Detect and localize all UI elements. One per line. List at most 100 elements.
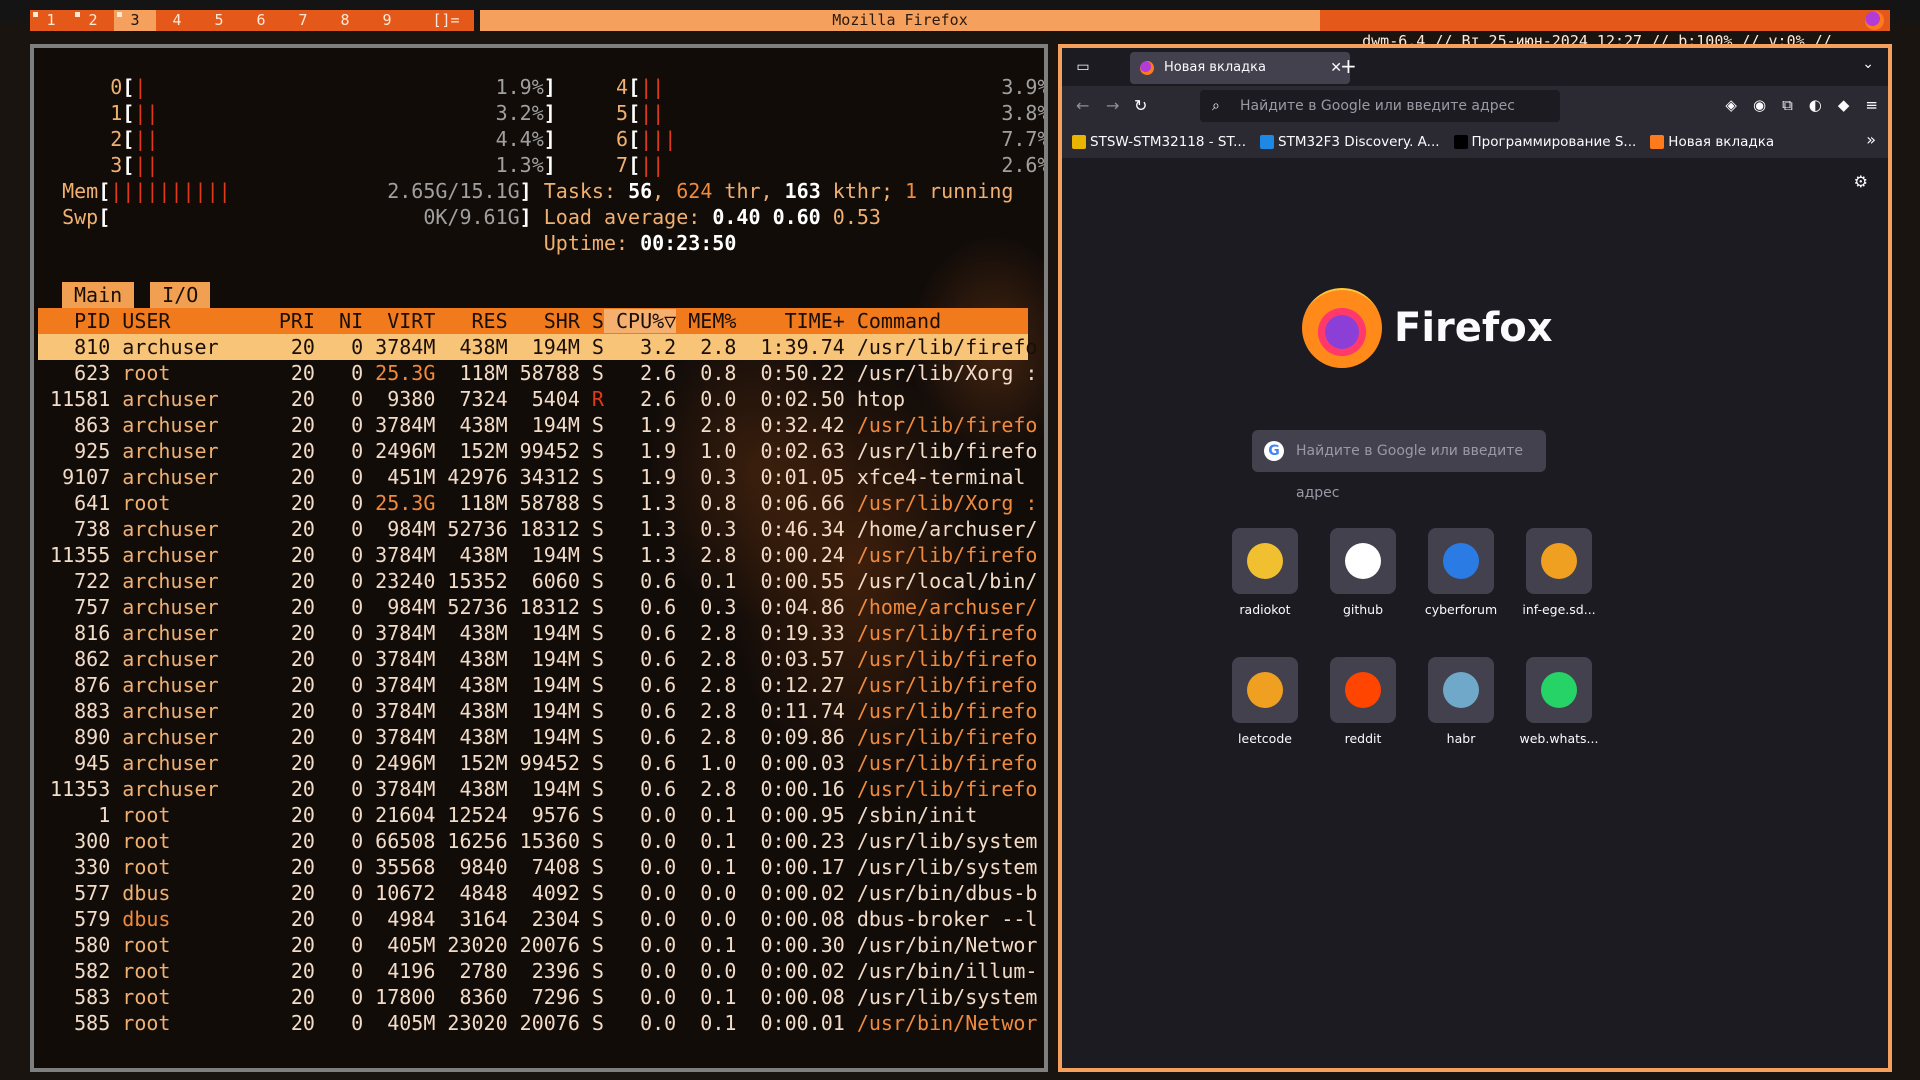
- top-site-habr[interactable]: habr: [1412, 657, 1510, 746]
- cell-s: S: [579, 751, 604, 775]
- site-tile[interactable]: [1330, 657, 1396, 723]
- table-row[interactable]: 582 root 20 0 4196 2780 2396 S 0.0 0.0 0…: [38, 958, 1037, 984]
- table-row[interactable]: 816 archuser 20 0 3784M 438M 194M S 0.6 …: [38, 620, 1037, 646]
- table-row[interactable]: 722 archuser 20 0 23240 15352 6060 S 0.6…: [38, 568, 1037, 594]
- cell-pri: 20: [218, 361, 315, 385]
- tab-new-tab[interactable]: Новая вкладка ✕: [1130, 52, 1350, 84]
- table-row[interactable]: 757 archuser 20 0 984M 52736 18312 S 0.6…: [38, 594, 1037, 620]
- table-row[interactable]: 579 dbus 20 0 4984 3164 2304 S 0.0 0.0 0…: [38, 906, 1037, 932]
- table-row[interactable]: 9107 archuser 20 0 451M 42976 34312 S 1.…: [38, 464, 1028, 490]
- bookmark-item[interactable]: STM32F3 Discovery. A...: [1260, 134, 1440, 150]
- more-bookmarks-icon[interactable]: »: [1866, 130, 1876, 149]
- firefox-window[interactable]: ▭ Новая вкладка ✕ + ⌄ ← → ↻ ⌕ Найдите в …: [1058, 44, 1892, 1072]
- top-site-reddit[interactable]: reddit: [1314, 657, 1412, 746]
- top-site-leetcode[interactable]: leetcode: [1216, 657, 1314, 746]
- table-row[interactable]: 11355 archuser 20 0 3784M 438M 194M S 1.…: [38, 542, 1037, 568]
- table-row[interactable]: 585 root 20 0 405M 23020 20076 S 0.0 0.1…: [38, 1010, 1037, 1036]
- table-row[interactable]: 11353 archuser 20 0 3784M 438M 194M S 0.…: [38, 776, 1037, 802]
- bookmark-item[interactable]: STSW-STM32118 - ST...: [1072, 134, 1246, 150]
- table-row[interactable]: 925 archuser 20 0 2496M 152M 99452 S 1.9…: [38, 438, 1037, 464]
- column-header[interactable]: USER: [110, 309, 218, 333]
- column-header[interactable]: S: [580, 309, 604, 333]
- table-row[interactable]: 945 archuser 20 0 2496M 152M 99452 S 0.6…: [38, 750, 1037, 776]
- list-all-tabs-icon[interactable]: ⌄: [1862, 56, 1874, 72]
- column-header[interactable]: VIRT: [363, 309, 435, 333]
- column-header[interactable]: RES: [435, 309, 507, 333]
- column-header[interactable]: PRI: [219, 309, 315, 333]
- tag-1[interactable]: 1: [30, 10, 72, 31]
- bookmark-item[interactable]: Программирование S...: [1453, 134, 1636, 150]
- account-icon[interactable]: ◉: [1753, 96, 1766, 114]
- reload-icon[interactable]: ↻: [1134, 96, 1147, 115]
- extension-globe-icon[interactable]: ◐: [1809, 96, 1822, 114]
- pocket-icon[interactable]: ◈: [1725, 96, 1737, 114]
- tab-main[interactable]: Main: [62, 282, 135, 308]
- top-site-cyberforum[interactable]: cyberforum: [1412, 528, 1510, 617]
- search-box[interactable]: G Найдите в Google или введите адрес: [1252, 430, 1546, 501]
- top-site-radiokot[interactable]: radiokot: [1216, 528, 1314, 617]
- table-row[interactable]: 330 root 20 0 35568 9840 7408 S 0.0 0.1 …: [38, 854, 1037, 880]
- table-row[interactable]: 580 root 20 0 405M 23020 20076 S 0.0 0.1…: [38, 932, 1037, 958]
- column-header[interactable]: MEM%: [676, 309, 736, 333]
- table-row[interactable]: 738 archuser 20 0 984M 52736 18312 S 1.3…: [38, 516, 1037, 542]
- cell-ni: 0: [314, 959, 364, 983]
- table-row[interactable]: 876 archuser 20 0 3784M 438M 194M S 0.6 …: [38, 672, 1037, 698]
- back-icon[interactable]: ←: [1076, 96, 1089, 115]
- tag-6[interactable]: 6: [240, 10, 282, 31]
- tag-7[interactable]: 7: [282, 10, 324, 31]
- table-row[interactable]: 810 archuser 20 0 3784M 438M 194M S 3.2 …: [38, 334, 1037, 360]
- table-row[interactable]: 862 archuser 20 0 3784M 438M 194M S 0.6 …: [38, 646, 1037, 672]
- table-row[interactable]: 11581 archuser 20 0 9380 7324 5404 R 2.6…: [38, 386, 1028, 412]
- site-tile[interactable]: [1232, 528, 1298, 594]
- table-row[interactable]: 577 dbus 20 0 10672 4848 4092 S 0.0 0.0 …: [38, 880, 1037, 906]
- extensions-icon[interactable]: ⧉: [1782, 96, 1793, 114]
- column-header[interactable]: TIME+: [736, 309, 845, 333]
- table-row[interactable]: 641 root 20 0 25.3G 118M 58788 S 1.3 0.8…: [38, 490, 1037, 516]
- site-tile[interactable]: [1330, 528, 1396, 594]
- extension-fox-icon[interactable]: ◆: [1838, 96, 1850, 114]
- tag-4[interactable]: 4: [156, 10, 198, 31]
- site-tile[interactable]: [1232, 657, 1298, 723]
- cell-s: S: [579, 595, 604, 619]
- site-tile[interactable]: [1526, 528, 1592, 594]
- bookmark-item[interactable]: Новая вкладка: [1650, 134, 1774, 150]
- tag-9[interactable]: 9: [366, 10, 408, 31]
- tag-5[interactable]: 5: [198, 10, 240, 31]
- top-site-github[interactable]: github: [1314, 528, 1412, 617]
- cell-mem: 0.3: [676, 595, 737, 619]
- top-site-web-whats[interactable]: web.whats...: [1510, 657, 1608, 746]
- forward-icon[interactable]: →: [1106, 96, 1119, 115]
- table-row[interactable]: 300 root 20 0 66508 16256 15360 S 0.0 0.…: [38, 828, 1037, 854]
- site-tile[interactable]: [1428, 657, 1494, 723]
- column-header[interactable]: PID: [38, 309, 110, 333]
- column-header[interactable]: Command: [845, 309, 1038, 333]
- cell-res: 438M: [435, 725, 508, 749]
- column-header[interactable]: NI: [315, 309, 363, 333]
- cell-mem: 1.0: [676, 439, 737, 463]
- tab-groups-icon[interactable]: ▭: [1074, 58, 1092, 76]
- site-tile[interactable]: [1526, 657, 1592, 723]
- terminal-window[interactable]: 0[| 1.9%] 4[|| 3.9%] 1[|| 3.2%] 5[|| 3.8…: [30, 44, 1048, 1072]
- table-row[interactable]: 583 root 20 0 17800 8360 7296 S 0.0 0.1 …: [38, 984, 1037, 1010]
- url-bar[interactable]: ⌕ Найдите в Google или введите адрес: [1200, 90, 1560, 122]
- cell-res: 3164: [435, 907, 508, 931]
- menu-icon[interactable]: ≡: [1865, 96, 1878, 114]
- tab-io[interactable]: I/O: [150, 282, 211, 308]
- top-site-inf-ege-sd[interactable]: inf-ege.sd...: [1510, 528, 1608, 617]
- tag-8[interactable]: 8: [324, 10, 366, 31]
- table-row[interactable]: 883 archuser 20 0 3784M 438M 194M S 0.6 …: [38, 698, 1037, 724]
- settings-gear-icon[interactable]: ⚙: [1854, 172, 1868, 191]
- tag-3[interactable]: 3: [114, 10, 156, 31]
- cell-mem: 0.1: [676, 985, 737, 1009]
- table-row[interactable]: 890 archuser 20 0 3784M 438M 194M S 0.6 …: [38, 724, 1037, 750]
- site-tile[interactable]: [1428, 528, 1494, 594]
- layout-symbol[interactable]: []=: [418, 10, 474, 31]
- table-row[interactable]: 863 archuser 20 0 3784M 438M 194M S 1.9 …: [38, 412, 1037, 438]
- tag-2[interactable]: 2: [72, 10, 114, 31]
- table-row[interactable]: 623 root 20 0 25.3G 118M 58788 S 2.6 0.8…: [38, 360, 1037, 386]
- new-tab-button[interactable]: +: [1340, 54, 1357, 78]
- column-header[interactable]: CPU%▽: [603, 309, 677, 333]
- table-row[interactable]: 1 root 20 0 21604 12524 9576 S 0.0 0.1 0…: [38, 802, 1028, 828]
- column-header[interactable]: SHR: [508, 309, 580, 333]
